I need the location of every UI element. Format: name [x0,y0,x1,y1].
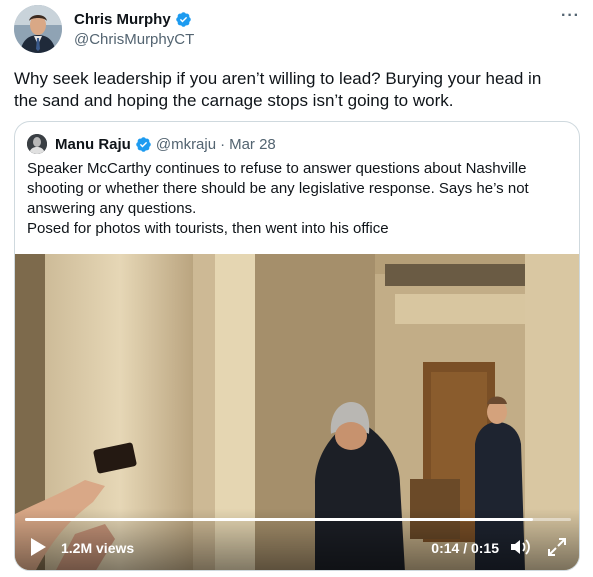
quoted-separator: · [220,135,226,153]
quoted-author-handle: @mkraju [155,135,217,153]
more-icon[interactable]: ··· [561,7,580,25]
quoted-header: Manu Raju @mkraju · Mar 28 [27,134,276,154]
quoted-author-name: Manu Raju [55,135,131,153]
tweet-text-line: the sand and hoping the carnage stops is… [14,91,454,110]
video-frame [15,254,579,570]
quoted-avatar [27,134,47,154]
fullscreen-icon[interactable] [547,537,567,557]
verified-badge-icon [175,11,192,28]
quoted-text-line: shooting or whether there should be any … [27,180,529,197]
quoted-tweet[interactable]: Manu Raju @mkraju · Mar 28 Speaker McCar… [14,121,580,571]
play-icon[interactable] [29,537,47,557]
video-controls: 1.2M views 0:14 / 0:15 [15,534,579,562]
quoted-text-line: Posed for photos with tourists, then wen… [27,220,389,237]
video-time: 0:14 / 0:15 [431,540,499,556]
quoted-text-line: answering any questions. [27,200,197,217]
author-handle[interactable]: @ChrisMurphyCT [74,31,194,48]
volume-icon[interactable] [509,537,531,557]
author-name-row: Chris Murphy [74,11,192,28]
author-avatar[interactable] [14,5,62,53]
verified-badge-icon [135,136,152,153]
author-name[interactable]: Chris Murphy [74,11,171,28]
video-progress-bar[interactable] [25,518,571,521]
video-progress-fill [25,518,533,521]
video-player[interactable]: 1.2M views 0:14 / 0:15 [15,254,579,570]
quoted-date: Mar 28 [229,135,276,153]
tweet-header: Chris Murphy @ChrisMurphyCT ··· [14,5,580,55]
quoted-text-line: Speaker McCarthy continues to refuse to … [27,160,527,177]
quoted-text: Speaker McCarthy continues to refuse to … [27,159,567,239]
tweet-text: Why seek leadership if you aren’t willin… [14,68,574,112]
video-views: 1.2M views [61,540,135,556]
tweet-text-line: Why seek leadership if you aren’t willin… [14,69,542,88]
